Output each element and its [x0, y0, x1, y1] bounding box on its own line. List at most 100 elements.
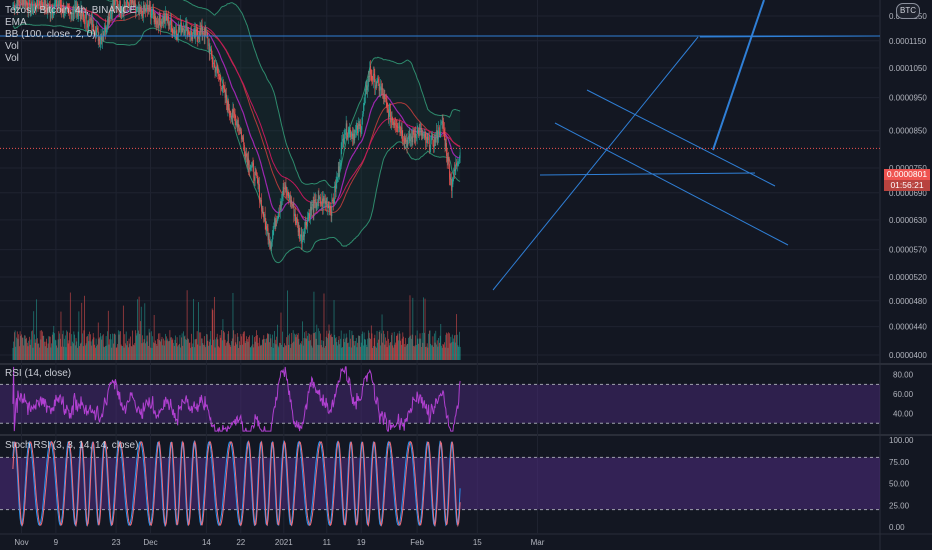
volume-bar	[24, 335, 25, 360]
candle-body	[287, 191, 288, 196]
chart-canvas[interactable]: 0.00012500.00011500.00010500.00009500.00…	[0, 0, 932, 550]
candle-body	[452, 179, 454, 185]
candle-body	[310, 206, 311, 219]
candle-body	[259, 184, 260, 201]
candle-body	[399, 125, 401, 129]
volume-bar	[162, 345, 164, 360]
volume-bar	[73, 331, 75, 360]
candle-body	[201, 24, 202, 30]
candle-body	[341, 141, 343, 148]
volume-bar	[267, 334, 269, 360]
candle-body	[298, 227, 300, 233]
volume-bar	[442, 343, 444, 360]
candle-body	[454, 168, 456, 172]
candle-body	[153, 8, 154, 15]
currency-badge[interactable]: BTC	[896, 3, 920, 19]
candle-body	[426, 137, 428, 140]
volume-bar	[227, 333, 229, 360]
volume-bar	[77, 331, 79, 360]
candle-body	[255, 171, 257, 173]
volume-bar	[388, 338, 389, 360]
volume-bar	[75, 338, 77, 360]
volume-bar	[423, 332, 425, 360]
volume-bar	[86, 336, 88, 360]
volume-bar	[152, 336, 154, 360]
time-tick-label: 2021	[275, 538, 293, 547]
volume-bar	[358, 335, 359, 360]
volume-bar	[375, 347, 377, 360]
volume-bar	[84, 295, 85, 360]
volume-bar	[54, 333, 55, 360]
volume-bar	[191, 346, 193, 360]
volume-bar	[268, 333, 270, 360]
candle-body	[376, 79, 378, 87]
volume-bar	[243, 331, 245, 360]
volume-bar	[363, 332, 365, 360]
volume-bar	[210, 330, 212, 360]
volume-bar	[95, 347, 96, 360]
volume-bar	[444, 342, 445, 360]
volume-bar	[237, 336, 239, 360]
candle-body	[363, 105, 364, 114]
candle-body	[391, 118, 393, 120]
volume-bar	[98, 338, 100, 360]
volume-bar	[182, 345, 184, 360]
volume-bar	[273, 343, 275, 360]
candle-body	[224, 88, 226, 98]
volume-bar	[416, 330, 418, 360]
volume-bar	[31, 330, 33, 360]
candle-body	[416, 136, 417, 139]
candle-body	[451, 178, 452, 191]
volume-bar	[52, 334, 53, 360]
candle-body	[228, 101, 230, 111]
candle-body	[305, 221, 306, 229]
candle-body	[283, 186, 285, 189]
volume-bar	[161, 336, 163, 360]
volume-bar	[47, 343, 49, 360]
candle-body	[171, 25, 173, 34]
time-tick-label: 15	[473, 538, 482, 547]
volume-bar	[150, 347, 151, 360]
volume-bar	[18, 334, 20, 360]
candle-body	[369, 65, 371, 77]
candle-body	[284, 188, 285, 190]
candle-body	[247, 158, 249, 165]
volume-bar	[12, 347, 14, 360]
candle-body	[404, 137, 406, 144]
volume-bar	[434, 333, 435, 360]
volume-bar	[125, 331, 127, 360]
volume-bar	[92, 333, 94, 360]
candle-body	[206, 31, 207, 33]
candle-body	[436, 130, 437, 136]
volume-bar	[31, 331, 32, 360]
volume-bar	[158, 333, 159, 360]
candle-body	[231, 115, 233, 118]
candle-body	[158, 23, 159, 28]
volume-bar	[180, 347, 181, 360]
candle-body	[169, 24, 171, 26]
candle-body	[319, 197, 321, 199]
rsi-tick-label: 60.00	[893, 390, 914, 399]
volume-bar	[87, 334, 89, 360]
candle-body	[434, 138, 436, 143]
stoch-tick-label: 50.00	[889, 480, 910, 489]
volume-bar	[102, 334, 104, 360]
candle-body	[405, 137, 407, 142]
candle-body	[299, 227, 300, 239]
volume-bar	[450, 336, 452, 360]
volume-bar	[35, 339, 37, 360]
volume-bar	[395, 342, 396, 360]
volume-bar	[339, 344, 341, 360]
candle-body	[335, 186, 336, 192]
candle-body	[310, 206, 312, 211]
candle-body	[459, 158, 460, 162]
candle-body	[377, 78, 379, 80]
volume-bar	[380, 333, 382, 360]
candle-body	[349, 130, 351, 131]
candle-body	[158, 15, 160, 28]
volume-bar	[453, 338, 455, 360]
candle-body	[172, 33, 174, 34]
volume-bar	[61, 346, 63, 360]
candle-body	[322, 198, 323, 207]
volume-bar	[373, 338, 375, 360]
